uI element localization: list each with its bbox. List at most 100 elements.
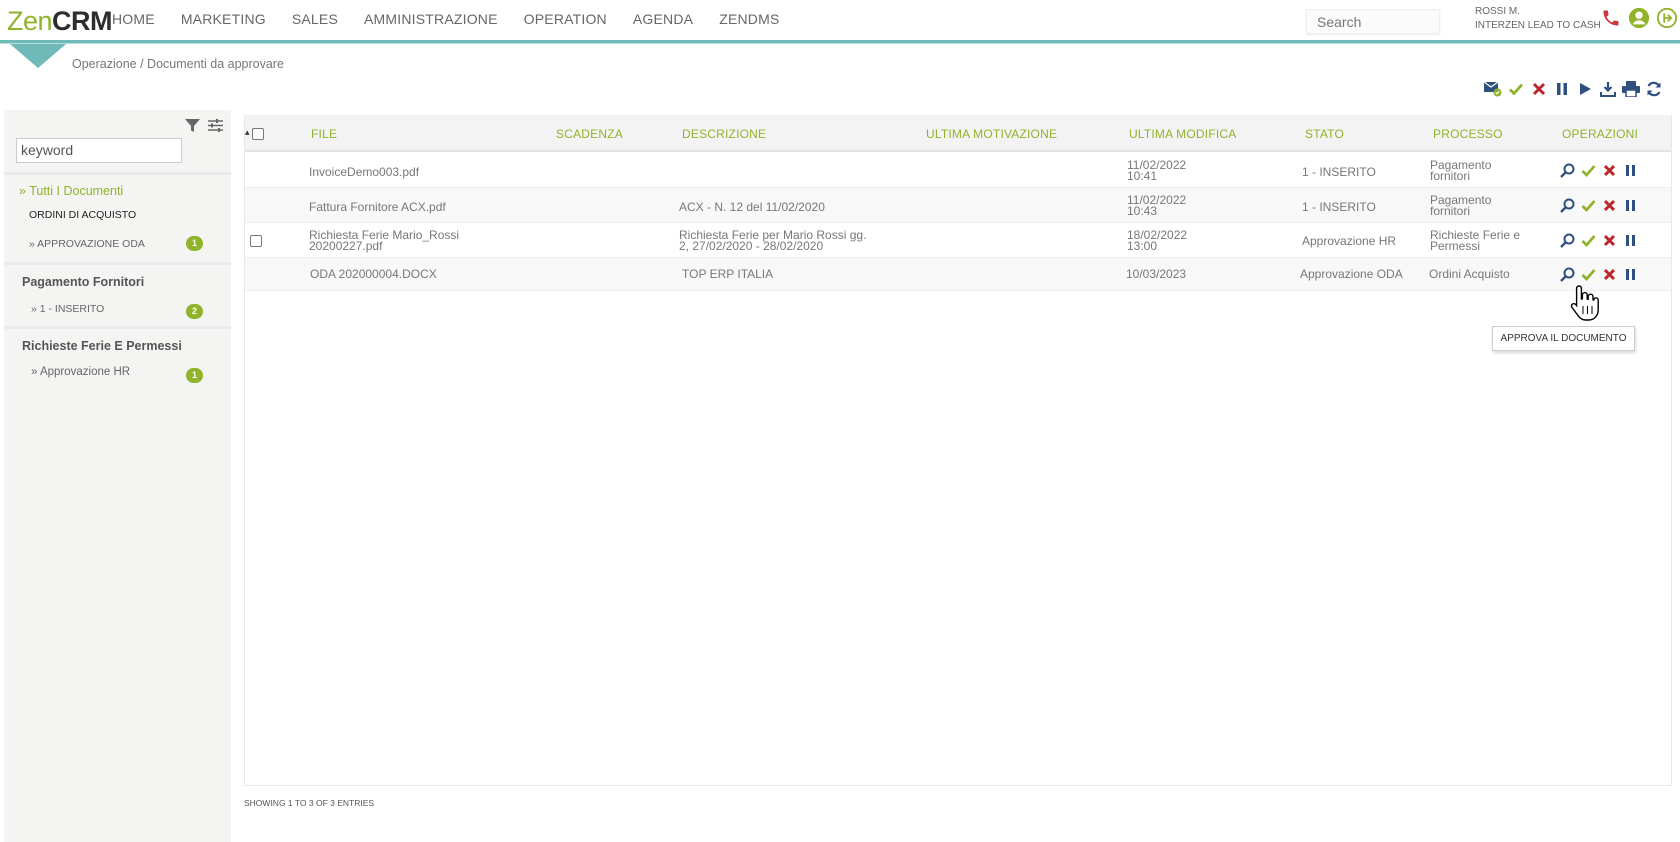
- search-input[interactable]: Search: [1306, 9, 1440, 34]
- reject-icon[interactable]: [1602, 267, 1617, 282]
- table-row[interactable]: InvoiceDemo003.pdf 11/02/2022 10:41 1 - …: [245, 153, 1671, 188]
- row-modifica: 18/02/2022 13:00: [1127, 228, 1188, 253]
- row-operations: [1560, 267, 1638, 282]
- count-badge: 1: [186, 368, 203, 383]
- view-icon[interactable]: [1560, 198, 1575, 213]
- sidebar-all-documents[interactable]: » Tutti I Documenti: [19, 184, 123, 198]
- sidebar-divider: [4, 326, 231, 329]
- table-header: ▴ FILE SCADENZA DESCRIZIONE ULTIMA MOTIV…: [245, 115, 1671, 152]
- row-modifica: 10/03/2023: [1126, 267, 1187, 281]
- sort-indicator: ▴: [245, 127, 250, 137]
- reject-icon[interactable]: [1602, 163, 1617, 178]
- sidebar-divider: [4, 262, 231, 265]
- table-row[interactable]: Fattura Fornitore ACX.pdf ACX - N. 12 de…: [245, 188, 1671, 223]
- count-badge: 1: [186, 236, 203, 251]
- nav-agenda[interactable]: AGENDA: [633, 11, 693, 27]
- hand-cursor-icon: [1570, 284, 1602, 327]
- row-checkbox[interactable]: [250, 235, 262, 247]
- header-divider: [0, 40, 1680, 44]
- approve-icon[interactable]: [1581, 163, 1596, 178]
- print-icon[interactable]: [1622, 80, 1640, 98]
- pause-icon[interactable]: [1553, 80, 1571, 98]
- row-stato: 1 - INSERITO: [1302, 200, 1376, 214]
- table-row[interactable]: ODA 202000004.DOCX TOP ERP ITALIA 10/03/…: [245, 258, 1671, 291]
- top-bar: ZenCRM HOME MARKETING SALES AMMINISTRAZI…: [0, 0, 1680, 40]
- keyword-input[interactable]: keyword: [16, 138, 182, 163]
- view-icon[interactable]: [1560, 233, 1575, 248]
- nav-zendms[interactable]: ZENDMS: [719, 11, 779, 27]
- pause-icon[interactable]: [1623, 163, 1638, 178]
- col-ultima-motivazione[interactable]: ULTIMA MOTIVAZIONE: [926, 127, 1057, 141]
- approve-icon[interactable]: [1581, 267, 1596, 282]
- header-triangle: [10, 44, 66, 68]
- pause-icon[interactable]: [1623, 198, 1638, 213]
- table-row[interactable]: Richiesta Ferie Mario_Rossi 20200227.pdf…: [245, 223, 1671, 258]
- row-processo: Richieste Ferie e Permessi: [1430, 228, 1521, 253]
- row-file[interactable]: InvoiceDemo003.pdf: [309, 165, 419, 179]
- row-file[interactable]: ODA 202000004.DOCX: [310, 267, 437, 281]
- nav-sales[interactable]: SALES: [292, 11, 338, 27]
- approve-all-icon[interactable]: [1507, 80, 1525, 98]
- view-icon[interactable]: [1560, 267, 1575, 282]
- view-icon[interactable]: [1560, 163, 1575, 178]
- row-modifica: 11/02/2022 10:43: [1127, 193, 1187, 218]
- filter-icon[interactable]: [185, 118, 200, 138]
- pause-icon[interactable]: [1623, 233, 1638, 248]
- row-operations: [1560, 233, 1638, 248]
- page-toolbar: [1484, 80, 1663, 98]
- row-stato: Approvazione ODA: [1300, 267, 1403, 281]
- mail-check-icon[interactable]: [1484, 80, 1502, 98]
- approve-icon[interactable]: [1581, 233, 1596, 248]
- row-descrizione: Richiesta Ferie per Mario Rossi gg. 2, 2…: [679, 228, 867, 253]
- row-file[interactable]: Richiesta Ferie Mario_Rossi 20200227.pdf: [309, 229, 459, 252]
- nav-marketing[interactable]: MARKETING: [181, 11, 266, 27]
- row-processo: Pagamento fornitori: [1430, 193, 1492, 218]
- main-nav: HOME MARKETING SALES AMMINISTRAZIONE OPE…: [112, 11, 806, 27]
- sidebar: keyword » Tutti I Documenti ORDINI DI AC…: [4, 110, 231, 842]
- pause-icon[interactable]: [1623, 267, 1638, 282]
- row-processo: Pagamento fornitori: [1430, 158, 1492, 183]
- nav-home[interactable]: HOME: [112, 11, 155, 27]
- row-operations: [1560, 198, 1638, 213]
- row-stato: Approvazione HR: [1302, 234, 1397, 248]
- select-all-checkbox[interactable]: [252, 128, 264, 140]
- reject-icon[interactable]: [1602, 233, 1617, 248]
- col-file[interactable]: FILE: [311, 127, 337, 141]
- count-badge: 2: [186, 304, 203, 319]
- col-scadenza[interactable]: SCADENZA: [556, 127, 623, 141]
- approve-icon[interactable]: [1581, 198, 1596, 213]
- user-name: ROSSI M.: [1475, 6, 1521, 17]
- col-stato[interactable]: STATO: [1305, 127, 1344, 141]
- logout-icon[interactable]: [1656, 7, 1678, 29]
- col-operazioni: OPERAZIONI: [1562, 127, 1639, 141]
- nav-amministrazione[interactable]: AMMINISTRAZIONE: [364, 11, 498, 27]
- sliders-icon[interactable]: [208, 118, 223, 138]
- row-operations: [1560, 163, 1638, 178]
- row-file[interactable]: Fattura Fornitore ACX.pdf: [309, 200, 446, 214]
- reject-icon[interactable]: [1602, 198, 1617, 213]
- refresh-icon[interactable]: [1645, 80, 1663, 98]
- row-modifica: 11/02/2022 10:41: [1127, 158, 1187, 183]
- row-stato: 1 - INSERITO: [1302, 165, 1376, 179]
- col-processo[interactable]: PROCESSO: [1433, 127, 1503, 141]
- sidebar-group-ordini-acquisto[interactable]: ORDINI DI ACQUISTO: [29, 209, 136, 221]
- phone-icon[interactable]: [1600, 7, 1622, 29]
- col-descrizione[interactable]: DESCRIZIONE: [682, 127, 766, 141]
- download-icon[interactable]: [1599, 80, 1617, 98]
- sidebar-item-inserito[interactable]: » 1 - INSERITO: [31, 303, 104, 315]
- user-info[interactable]: ROSSI M. INTERZEN LEAD TO CASH: [1475, 5, 1601, 33]
- user-avatar-icon[interactable]: [1628, 7, 1650, 29]
- nav-operation[interactable]: OPERATION: [524, 11, 607, 27]
- zencrm-logo[interactable]: ZenCRM: [7, 6, 113, 37]
- row-processo: Ordini Acquisto: [1429, 267, 1510, 281]
- sidebar-group-richieste-ferie[interactable]: Richieste Ferie E Permessi: [22, 339, 182, 353]
- sidebar-group-pagamento-fornitori[interactable]: Pagamento Fornitori: [22, 275, 144, 289]
- sidebar-divider: [4, 172, 231, 175]
- sidebar-item-approvazione-hr[interactable]: » Approvazione HR: [31, 366, 130, 378]
- breadcrumb: Operazione / Documenti da approvare: [72, 57, 284, 71]
- col-ultima-modifica[interactable]: ULTIMA MODIFICA: [1129, 127, 1236, 141]
- play-icon[interactable]: [1576, 80, 1594, 98]
- sidebar-item-approvazione-oda[interactable]: » APPROVAZIONE ODA: [29, 238, 145, 250]
- reject-all-icon[interactable]: [1530, 80, 1548, 98]
- approve-tooltip: APPROVA IL DOCUMENTO: [1492, 326, 1635, 351]
